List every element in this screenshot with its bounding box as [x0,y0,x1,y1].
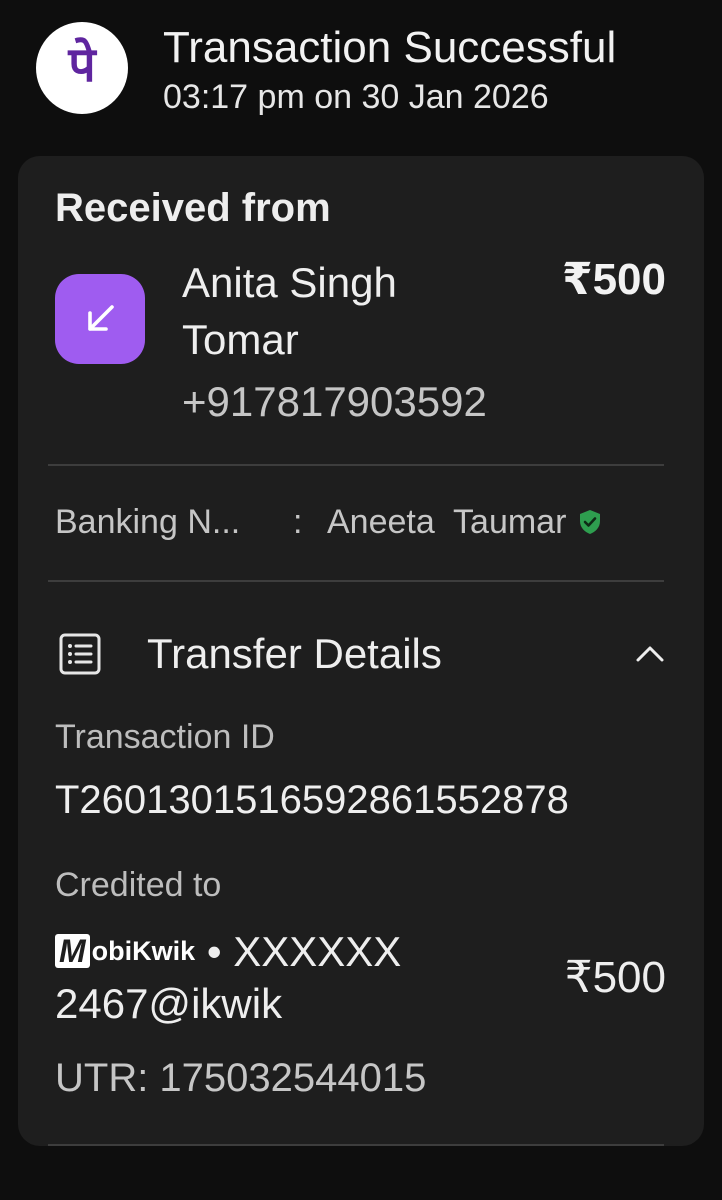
banking-name-value: Aneeta Taumar [327,503,567,541]
chevron-up-icon[interactable] [632,636,668,672]
credited-to-label: Credited to [55,866,222,904]
verified-shield-icon [578,509,602,535]
credited-amount: ₹500 [564,953,666,1002]
mobikwik-logo: MobiKwik [55,925,195,977]
header: पे Transaction Successful 03:17 pm on 30… [0,0,722,150]
banking-name-row: Banking N... : Aneeta Taumar [55,501,602,543]
divider [48,464,664,466]
transfer-details-toggle[interactable]: Transfer Details [58,622,668,686]
mobikwik-logo-text: obiKwik [91,935,196,966]
arrow-down-left-icon [55,274,145,364]
list-icon [58,632,102,676]
credited-account: MobiKwik • XXXXXX 2467@ikwik [55,926,525,1030]
utr-number[interactable]: UTR: 175032544015 [55,1056,426,1101]
transfer-details-title: Transfer Details [147,630,442,677]
status-title: Transaction Successful [163,23,617,72]
banking-name-label: Banking N... [55,503,241,541]
mobikwik-logo-m: M [55,933,90,968]
received-from-label: Received from [55,186,331,230]
transaction-id-value[interactable]: T2601301516592861552878 [55,778,569,823]
transaction-card: Received from Anita Singh Tomar +9178179… [18,156,704,1146]
credited-bullet: • [195,928,234,975]
phonepe-logo-glyph: पे [68,37,96,93]
divider [48,580,664,582]
transaction-id-label: Transaction ID [55,718,275,756]
banking-name-separator: : [293,503,303,541]
received-amount: ₹500 [561,255,666,304]
divider [48,1144,664,1146]
sender-name: Anita Singh Tomar [182,259,397,363]
status-timestamp: 03:17 pm on 30 Jan 2026 [163,78,549,116]
phonepe-logo: पे [36,22,128,114]
sender-phone: +917817903592 [182,378,487,425]
